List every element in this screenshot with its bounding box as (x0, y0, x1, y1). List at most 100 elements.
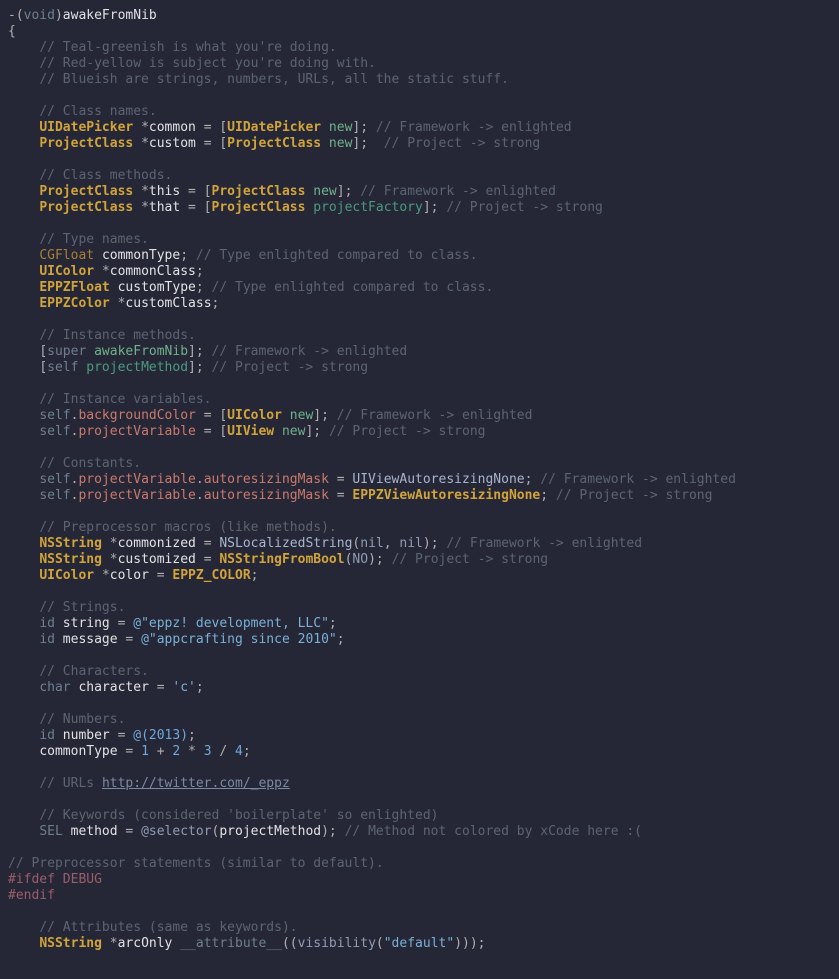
method-name: awakeFromNib (63, 8, 157, 23)
type: ProjectClass (212, 184, 306, 199)
var: commonized (118, 536, 196, 551)
method: projectFactory (313, 200, 423, 215)
kw-self: self (39, 424, 70, 439)
type: UIColor (39, 264, 94, 279)
type: CGFloat (39, 248, 94, 263)
constant: UIViewAutoresizingNone (352, 472, 524, 487)
type: UIColor (227, 408, 282, 423)
var: character (78, 680, 148, 695)
nil: nil (360, 536, 383, 551)
comment: // Numbers. (39, 712, 125, 727)
type: ProjectClass (39, 200, 133, 215)
comment: // Constants. (39, 456, 141, 471)
preproc-debug: DEBUG (63, 872, 102, 887)
comment: // Project -> strong (212, 360, 369, 375)
property: autoresizingMask (204, 472, 329, 487)
kw-char: char (39, 680, 70, 695)
comment: // Instance methods. (39, 328, 196, 343)
var: method (71, 824, 118, 839)
comment: // Framework -> enlighted (337, 408, 533, 423)
comment: // Framework -> enlighted (446, 536, 642, 551)
number: 2013 (149, 728, 180, 743)
property: backgroundColor (78, 408, 195, 423)
comment: // Strings. (39, 600, 125, 615)
preproc-endif: #endif (8, 888, 55, 903)
var: string (63, 616, 110, 631)
comment: // Preprocessor statements (similar to d… (8, 856, 384, 871)
var: message (63, 632, 118, 647)
comment: // Teal-greenish is what you're doing. (39, 40, 336, 55)
comment: // Type enlighted compared to class. (196, 248, 478, 263)
comment: // Project -> strong (446, 200, 603, 215)
number: 2 (172, 744, 180, 759)
type: ProjectClass (212, 200, 306, 215)
method: new (282, 424, 305, 439)
kw-visibility: visibility (298, 936, 376, 951)
var: commonType (102, 248, 180, 263)
comment: // Framework -> enlighted (540, 472, 736, 487)
comment: // Keywords (considered 'boilerplate' so… (39, 808, 438, 823)
type: EPPZColor (39, 296, 109, 311)
comment: // Framework -> enlighted (376, 120, 572, 135)
comment: // URLs (39, 776, 102, 791)
method: new (290, 408, 313, 423)
comment: // Attributes (same as keywords). (39, 920, 297, 935)
type: UIDatePicker (227, 120, 321, 135)
property: autoresizingMask (204, 488, 329, 503)
type: NSString (39, 536, 102, 551)
comment: // Type names. (39, 232, 149, 247)
kw-self: self (39, 472, 70, 487)
var: that (149, 200, 180, 215)
var: commonType (39, 744, 117, 759)
number: 3 (204, 744, 212, 759)
var: number (63, 728, 110, 743)
kw-selector: selector (149, 824, 212, 839)
method: projectMethod (219, 824, 321, 839)
kw-attribute: __attribute__ (180, 936, 282, 951)
type: UIColor (39, 568, 94, 583)
var: common (149, 120, 196, 135)
comment: // Red-yellow is subject you're doing wi… (39, 56, 376, 71)
char-literal: 'c' (172, 680, 195, 695)
comment: // Class methods. (39, 168, 172, 183)
kw-self: self (47, 360, 78, 375)
number: 1 (141, 744, 149, 759)
type: ProjectClass (39, 136, 133, 151)
property: projectVariable (78, 488, 195, 503)
comment: // Characters. (39, 664, 149, 679)
comment: // Project -> strong (329, 424, 486, 439)
kw-super: super (47, 344, 86, 359)
var: customClass (125, 296, 211, 311)
macro: NSLocalizedString (219, 536, 352, 551)
type: NSString (39, 552, 102, 567)
type: ProjectClass (227, 136, 321, 151)
var: customType (118, 280, 196, 295)
kw-void: void (24, 8, 55, 23)
no: NO (352, 552, 368, 567)
macro: EPPZ_COLOR (172, 568, 250, 583)
comment: // Framework -> enlighted (360, 184, 556, 199)
code-block: -(void)awakeFromNib { // Teal-greenish i… (8, 8, 831, 952)
comment: // Class names. (39, 104, 156, 119)
nil: nil (399, 536, 422, 551)
kw-id: id (39, 616, 55, 631)
comment: // Blueish are strings, numbers, URLs, a… (39, 72, 509, 87)
kw-self: self (39, 488, 70, 503)
kw-self: self (39, 408, 70, 423)
method: awakeFromNib (94, 344, 188, 359)
method: new (313, 184, 336, 199)
kw-sel: SEL (39, 824, 62, 839)
method: new (329, 136, 352, 151)
var: customized (118, 552, 196, 567)
url-link[interactable]: http://twitter.com/_eppz (102, 776, 290, 791)
type: UIView (227, 424, 274, 439)
var: color (110, 568, 149, 583)
comment: // Method not colored by xCode here :( (345, 824, 642, 839)
var: arcOnly (118, 936, 173, 951)
type: ProjectClass (39, 184, 133, 199)
string-literal: @"eppz! development, LLC" (133, 616, 329, 631)
string-literal: "default" (384, 936, 454, 951)
type: EPPZFloat (39, 280, 109, 295)
property: projectVariable (78, 424, 195, 439)
string-literal: @"appcrafting since 2010" (141, 632, 337, 647)
